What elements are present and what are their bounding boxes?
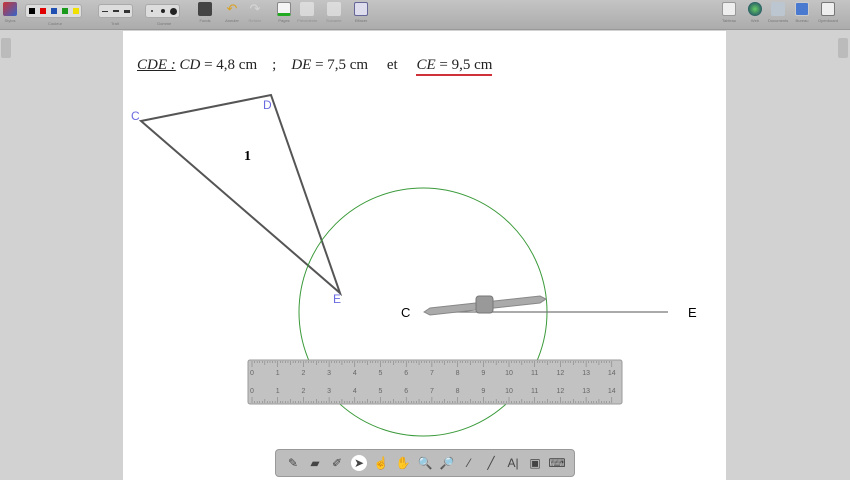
ruler-tick-label: 8 bbox=[456, 370, 460, 377]
ruler-tick-label: 1 bbox=[276, 370, 280, 377]
triangle-number: 1 bbox=[244, 149, 251, 164]
ruler-tick-label: 5 bbox=[379, 388, 383, 395]
point-e-label: E bbox=[333, 292, 342, 306]
ruler-tick-label: 9 bbox=[481, 370, 485, 377]
ruler-tick-label: 6 bbox=[404, 370, 408, 377]
ruler-tick-label: 0 bbox=[250, 370, 254, 377]
ruler-tick-label: 2 bbox=[301, 370, 305, 377]
eraser-icon[interactable]: ▰ bbox=[307, 455, 323, 471]
ruler-tick-label: 10 bbox=[505, 388, 513, 395]
ruler-tick-label: 8 bbox=[456, 388, 460, 395]
ruler-tick-label: 2 bbox=[301, 388, 305, 395]
ruler-tick-label: 14 bbox=[608, 370, 616, 377]
capture-icon[interactable]: ▣ bbox=[527, 455, 543, 471]
pen-icon[interactable]: ✎ bbox=[285, 455, 301, 471]
hand-pointer-icon[interactable]: ☝ bbox=[373, 455, 389, 471]
ruler-tick-label: 11 bbox=[531, 370, 538, 377]
pan-hand-icon[interactable]: ✋ bbox=[395, 455, 411, 471]
ruler-tick-label: 1 bbox=[276, 388, 280, 395]
select-arrow-icon[interactable]: ➤ bbox=[351, 455, 367, 471]
triangle-sketch[interactable] bbox=[138, 93, 343, 297]
ruler-tick-label: 7 bbox=[430, 370, 434, 377]
virtual-keyboard-icon[interactable]: ⌨ bbox=[548, 455, 565, 471]
zoom-in-icon[interactable]: 🔍 bbox=[417, 455, 433, 471]
ruler-tick-label: 0 bbox=[250, 388, 254, 395]
line-icon[interactable]: ╱ bbox=[483, 455, 499, 471]
point-c-label: C bbox=[131, 109, 140, 123]
drawing-layer: 0011223344556677889910101111121213131414 bbox=[138, 93, 668, 437]
ruler-tool[interactable]: 0011223344556677889910101111121213131414 bbox=[247, 359, 623, 405]
ruler-tick-label: 11 bbox=[531, 388, 538, 395]
zoom-out-icon[interactable]: 🔎 bbox=[439, 455, 455, 471]
ruler-tick-label: 6 bbox=[404, 388, 408, 395]
ruler-tick-label: 9 bbox=[481, 388, 485, 395]
ruler-tick-label: 3 bbox=[327, 388, 331, 395]
ruler-tick-label: 13 bbox=[582, 370, 590, 377]
ruler-tick-label: 12 bbox=[557, 388, 565, 395]
ruler-tick-label: 14 bbox=[608, 388, 616, 395]
point-d-label: D bbox=[263, 98, 272, 112]
construction-c-label: C bbox=[401, 305, 411, 320]
laser-pointer-icon[interactable]: ⁄ bbox=[461, 455, 477, 471]
ruler-tick-label: 4 bbox=[353, 388, 357, 395]
ruler-tick-label: 5 bbox=[379, 370, 383, 377]
ruler-tick-label: 7 bbox=[430, 388, 434, 395]
ruler-tick-label: 12 bbox=[557, 370, 565, 377]
text-icon[interactable]: A| bbox=[505, 455, 521, 471]
ruler-tick-label: 3 bbox=[327, 370, 331, 377]
construction-e-label: E bbox=[688, 305, 697, 320]
ruler-tick-label: 13 bbox=[582, 388, 590, 395]
ruler-tick-label: 4 bbox=[353, 370, 357, 377]
bottom-toolbar: ✎ ▰ ✐ ➤ ☝ ✋ 🔍 🔎 ⁄ ╱ A| ▣ ⌨ bbox=[275, 449, 575, 477]
ruler-tick-label: 10 bbox=[505, 370, 513, 377]
highlighter-icon[interactable]: ✐ bbox=[329, 455, 345, 471]
